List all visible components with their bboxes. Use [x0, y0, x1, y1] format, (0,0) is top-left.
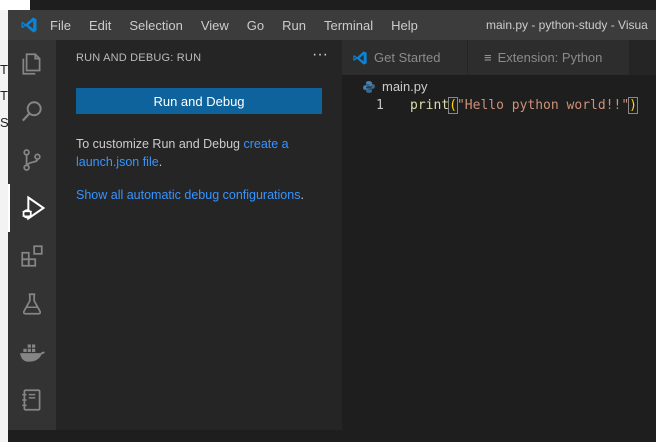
breadcrumb: main.py	[362, 79, 428, 94]
menu-help[interactable]: Help	[391, 18, 418, 33]
run-debug-icon	[22, 195, 46, 221]
activity-docker[interactable]	[8, 328, 56, 376]
title-bar: File Edit Selection View Go Run Terminal…	[8, 10, 656, 40]
customize-text: To customize Run and Debug create a laun…	[76, 135, 326, 171]
activity-explorer[interactable]	[8, 40, 56, 88]
desktop-background: T T S	[0, 0, 30, 442]
extensions-icon	[21, 245, 43, 267]
background-letter: T	[0, 88, 8, 103]
code-close-paren: )	[628, 97, 638, 114]
breadcrumb-file[interactable]: main.py	[382, 79, 428, 94]
activity-bar	[8, 40, 56, 430]
explorer-icon	[22, 53, 41, 75]
menu-file[interactable]: File	[50, 18, 71, 33]
docker-icon	[20, 344, 45, 362]
activity-search[interactable]	[8, 88, 56, 136]
list-icon: ≡	[484, 50, 492, 65]
vscode-tab-icon	[353, 50, 367, 65]
show-configs-text: Show all automatic debug configurations.	[76, 186, 326, 204]
sidebar-title: RUN AND DEBUG: RUN	[76, 52, 202, 64]
activity-extensions[interactable]	[8, 232, 56, 280]
activity-notebook[interactable]	[8, 376, 56, 424]
menu-selection[interactable]: Selection	[129, 18, 182, 33]
tab-label: Get Started	[374, 50, 441, 65]
source-control-icon	[23, 149, 41, 171]
show-configs-period: .	[300, 188, 304, 202]
menu-run[interactable]: Run	[282, 18, 306, 33]
menu-terminal[interactable]: Terminal	[324, 18, 373, 33]
activity-run-debug[interactable]	[8, 184, 56, 232]
desktop-top-strip	[0, 0, 30, 10]
code-open-paren: (	[448, 97, 458, 114]
editor-area: Get Started ≡ Extension: Python main.py …	[342, 40, 656, 430]
testing-icon	[22, 293, 42, 315]
customize-label: To customize Run and Debug	[76, 137, 244, 151]
vscode-window: File Edit Selection View Go Run Terminal…	[8, 10, 656, 430]
code-function: print	[410, 98, 450, 113]
code-string: "Hello python world!!"	[456, 98, 630, 113]
run-and-debug-button[interactable]: Run and Debug	[76, 88, 322, 114]
show-debug-configurations-link[interactable]: Show all automatic debug configurations	[76, 188, 300, 202]
menu-go[interactable]: Go	[247, 18, 264, 33]
vscode-logo-icon	[21, 17, 37, 33]
menu-view[interactable]: View	[201, 18, 229, 33]
tab-get-started[interactable]: Get Started	[342, 40, 468, 75]
customize-period: .	[158, 155, 163, 169]
run-debug-sidebar: RUN AND DEBUG: RUN ··· Run and Debug To …	[56, 40, 342, 430]
menu-bar: File Edit Selection View Go Run Terminal…	[50, 10, 436, 40]
activity-source-control[interactable]	[8, 136, 56, 184]
window-title: main.py - python-study - Visua	[486, 18, 648, 32]
more-actions-button[interactable]: ···	[312, 46, 328, 64]
editor-tabs: Get Started ≡ Extension: Python	[342, 40, 656, 75]
line-number: 1	[376, 98, 384, 113]
activity-testing[interactable]	[8, 280, 56, 328]
menu-edit[interactable]: Edit	[89, 18, 111, 33]
python-file-icon	[363, 80, 375, 93]
tab-label: Extension: Python	[497, 50, 603, 65]
tab-extension-python[interactable]: ≡ Extension: Python	[468, 40, 630, 75]
notebook-icon	[22, 389, 41, 411]
code-line[interactable]: print("Hello python world!!")	[410, 97, 638, 114]
search-icon	[21, 101, 42, 122]
background-letter: T	[0, 62, 8, 77]
